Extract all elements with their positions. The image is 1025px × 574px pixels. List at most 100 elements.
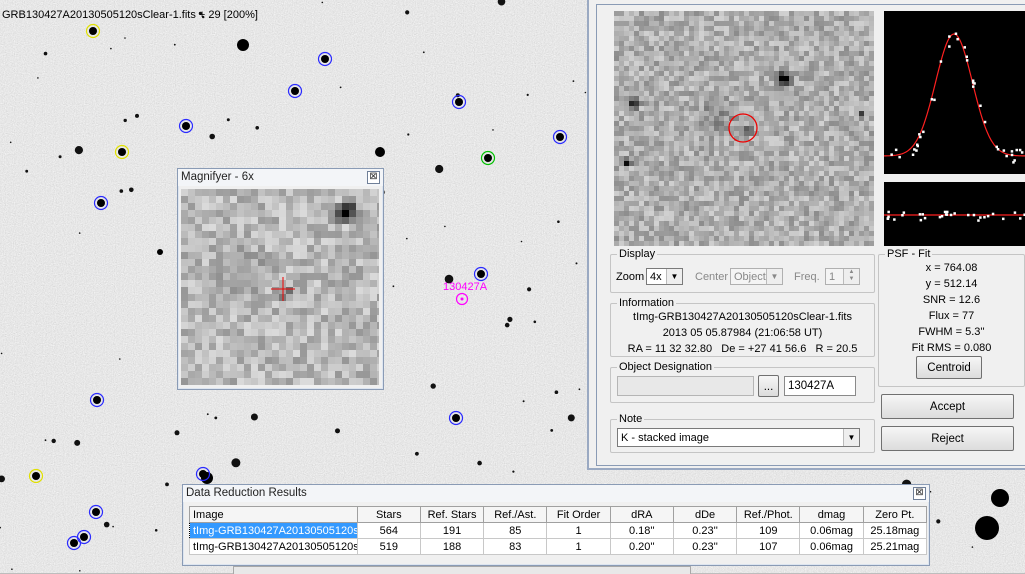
accept-button[interactable]: Accept (881, 394, 1014, 419)
pixel (195, 343, 202, 350)
freq-spinner[interactable]: 1 ▲ ▼ (825, 268, 860, 285)
pixel (864, 106, 869, 111)
star (37, 77, 39, 79)
pixel (370, 203, 377, 210)
pixel (272, 245, 279, 252)
pixel (307, 336, 314, 343)
pixel (779, 231, 784, 236)
pixel (799, 61, 804, 66)
star (97, 199, 105, 207)
table-cell[interactable]: tImg-GRB130427A20130505120sC (189, 522, 358, 539)
pixel (844, 171, 849, 176)
col-header[interactable]: Zero Pt. (862, 506, 928, 523)
pixel (624, 61, 629, 66)
pixel (694, 106, 699, 111)
pixel (634, 36, 639, 41)
pixel (834, 66, 839, 71)
pixel (694, 176, 699, 181)
pixel (849, 196, 854, 201)
pixel (694, 226, 699, 231)
reduction-titlebar[interactable]: Data Reduction Results ⊠ (183, 485, 929, 502)
col-header[interactable]: dDe (672, 506, 738, 523)
pixel (774, 61, 779, 66)
pixel (854, 226, 859, 231)
col-header[interactable]: Ref./Ast. (483, 506, 548, 523)
pixel (195, 350, 202, 357)
table-row[interactable]: tImg-GRB130427A20130505120sC 519 188 83 … (189, 538, 928, 555)
pixel (689, 186, 694, 191)
pixel (729, 76, 734, 81)
object-designation-field[interactable]: 130427A (784, 376, 856, 396)
pixel (719, 21, 724, 26)
pixel (335, 350, 342, 357)
col-header[interactable]: dmag (799, 506, 864, 523)
col-header[interactable]: Stars (356, 506, 421, 523)
star (70, 539, 78, 547)
pixel (744, 116, 749, 121)
table-row[interactable]: tImg-GRB130427A20130505120sC 564 191 85 … (189, 522, 928, 539)
pixel (654, 86, 659, 91)
pixel (859, 86, 864, 91)
centroid-button[interactable]: Centroid (916, 356, 982, 379)
zoom-image[interactable] (614, 11, 874, 246)
col-header[interactable]: Fit Order (546, 506, 611, 523)
magnifier-close-icon[interactable]: ⊠ (367, 171, 380, 184)
reject-button[interactable]: Reject (881, 426, 1014, 451)
pixel (644, 206, 649, 211)
pixel (307, 273, 314, 280)
pixel (724, 71, 729, 76)
pixel (844, 116, 849, 121)
pixel (679, 221, 684, 226)
col-header[interactable]: Ref./Phot. (736, 506, 801, 523)
pixel (779, 126, 784, 131)
pixel (664, 81, 669, 86)
pixel (639, 106, 644, 111)
pixel (864, 61, 869, 66)
note-select[interactable]: K - stacked image ▼ (617, 428, 860, 447)
reduction-close-icon[interactable]: ⊠ (913, 487, 926, 500)
zoom-select[interactable]: 4x ▼ (646, 268, 683, 285)
pixel (335, 210, 342, 217)
pixel (844, 136, 849, 141)
pixel (265, 231, 272, 238)
pixel (759, 151, 764, 156)
col-header[interactable]: Image (189, 506, 358, 523)
pixel (789, 161, 794, 166)
pixel (321, 357, 328, 364)
pixel (849, 146, 854, 151)
pixel (734, 86, 739, 91)
pixel (774, 231, 779, 236)
pixel (674, 176, 679, 181)
object-designation-input[interactable] (617, 376, 754, 396)
pixel (244, 294, 251, 301)
pixel (794, 86, 799, 91)
pixel (834, 121, 839, 126)
pixel (799, 121, 804, 126)
pixel (293, 217, 300, 224)
pixel (272, 357, 279, 364)
center-select[interactable]: Object ▼ (730, 268, 783, 285)
table-cell[interactable]: tImg-GRB130427A20130505120sC (189, 538, 358, 555)
pixel (624, 131, 629, 136)
pixel (714, 186, 719, 191)
pixel (799, 11, 804, 16)
pixel (674, 56, 679, 61)
pixel (202, 364, 209, 371)
col-header[interactable]: dRA (609, 506, 674, 523)
magnifier-titlebar[interactable]: Magnifyer - 6x ⊠ (178, 169, 383, 186)
pixel (202, 336, 209, 343)
col-header[interactable]: Ref. Stars (419, 506, 485, 523)
pixel (356, 294, 363, 301)
pixel (377, 245, 384, 252)
pixel (774, 81, 779, 86)
magnifier-window[interactable]: Magnifyer - 6x ⊠ (177, 168, 384, 390)
pixel (624, 181, 629, 186)
pixel (759, 201, 764, 206)
object-browse-button[interactable]: ... (758, 375, 779, 397)
psf-flux: Flux = 77 (928, 310, 975, 322)
pixel (619, 111, 624, 116)
data-reduction-window[interactable]: Data Reduction Results ⊠ Image Stars Ref… (182, 484, 930, 566)
pixel (614, 46, 619, 51)
pixel (839, 156, 844, 161)
pixel (709, 66, 714, 71)
